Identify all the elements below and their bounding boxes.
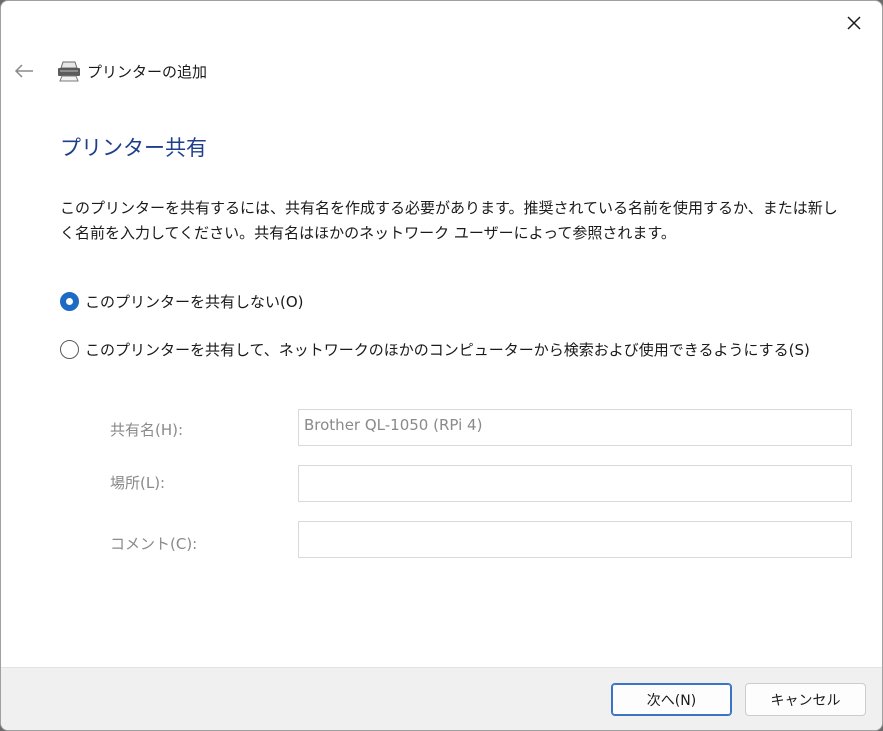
share-name-label: 共有名(H): — [110, 421, 184, 439]
close-icon — [847, 16, 861, 30]
radio-button-unchecked[interactable] — [60, 340, 79, 359]
back-arrow-icon — [14, 64, 33, 78]
radio-do-not-share-label: このプリンターを共有しない(O) — [85, 293, 304, 311]
comment-input[interactable] — [298, 521, 852, 558]
back-button[interactable] — [13, 60, 35, 82]
radio-button-checked[interactable] — [60, 292, 79, 311]
share-name-input[interactable]: Brother QL-1050 (RPi 4) — [298, 409, 852, 446]
close-button[interactable] — [826, 1, 882, 45]
add-printer-dialog: プリンターの追加 プリンター共有 このプリンターを共有するには、共有名を作成する… — [0, 0, 883, 731]
radio-share-printer-label: このプリンターを共有して、ネットワークのほかのコンピューターから検索および使用で… — [85, 341, 810, 359]
description-text: このプリンターを共有するには、共有名を作成する必要があります。推奨されている名前… — [60, 199, 838, 242]
radio-share-printer[interactable]: このプリンターを共有して、ネットワークのほかのコンピューターから検索および使用で… — [60, 339, 810, 360]
location-label: 場所(L): — [110, 474, 166, 492]
location-input[interactable] — [298, 465, 852, 502]
printer-icon — [57, 60, 81, 82]
dialog-footer: 次へ(N) キャンセル — [1, 667, 882, 730]
cancel-button[interactable]: キャンセル — [745, 683, 866, 716]
dialog-header: プリンターの追加 — [13, 57, 207, 85]
page-title: プリンター共有 — [60, 136, 207, 160]
radio-do-not-share[interactable]: このプリンターを共有しない(O) — [60, 291, 304, 312]
dialog-header-title: プリンターの追加 — [87, 62, 208, 81]
next-button[interactable]: 次へ(N) — [611, 683, 732, 716]
comment-label: コメント(C): — [110, 535, 198, 553]
